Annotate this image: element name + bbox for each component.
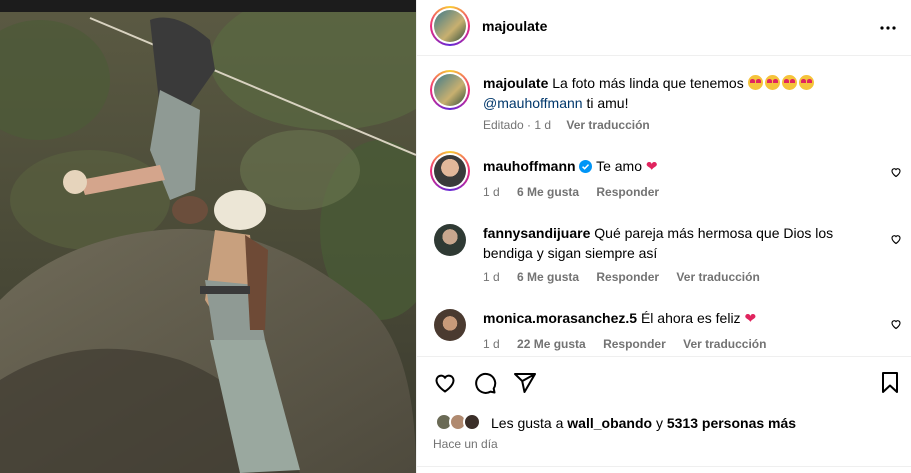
comment-1-text: mauhoffmann Te amo ❤ [483,156,658,176]
like-heart-icon[interactable] [433,371,457,395]
post-sidebar: majoulate majoulate La foto más linda qu… [416,0,911,473]
heart-eyes-emoji [781,75,797,90]
comment-avatar[interactable] [434,224,466,256]
comment-2-meta: 1 d 6 Me gusta Responder Ver traducción [483,270,760,284]
comment-bubble-icon[interactable] [473,371,497,395]
comment-like-heart-icon[interactable] [890,233,902,245]
red-heart-emoji: ❤ [645,158,658,174]
comment-body: Él ahora es feliz [640,310,741,326]
caption-avatar[interactable] [430,70,470,110]
heart-eyes-emoji [747,75,763,90]
author-avatar[interactable] [430,6,470,46]
comment-reply-button[interactable]: Responder [596,270,659,284]
post-photo[interactable] [0,0,416,473]
comment-2-text: fannysandijuare Qué pareja más hermosa q… [483,223,873,243]
caption-mention[interactable]: @mauhoffmann [483,95,583,111]
comment-likes[interactable]: 6 Me gusta [517,270,579,284]
likes-others-link[interactable]: 5313 personas más [667,415,796,431]
likes-middle: y [655,415,663,431]
red-heart-emoji: ❤ [744,310,757,326]
comment-3-meta: 1 d 22 Me gusta Responder Ver traducción [483,337,766,351]
liker-avatar [463,413,481,431]
author-username[interactable]: majoulate [482,18,547,34]
caption-meta: Editado · 1 d Ver traducción [483,118,650,132]
comment-time: 1 d [483,270,500,284]
post-modal: majoulate majoulate La foto más linda qu… [0,0,911,473]
comment-translate-link[interactable]: Ver traducción [676,270,759,284]
caption-translate-link[interactable]: Ver traducción [566,118,649,132]
save-bookmark-icon[interactable] [879,371,901,395]
comment-time: 1 d [483,337,500,351]
caption-username[interactable]: majoulate [483,75,548,91]
comment-reply-button[interactable]: Responder [596,185,659,199]
comment-body: Qué pareja más hermosa que Dios los [594,225,834,241]
comment-avatar[interactable] [430,151,470,191]
post-timestamp[interactable]: Hace un día [433,437,498,451]
comment-username[interactable]: fannysandijuare [483,225,590,241]
comment-3-text: monica.morasanchez.5 Él ahora es feliz ❤ [483,308,756,328]
comment-like-heart-icon[interactable] [890,166,902,178]
comment-translate-link[interactable]: Ver traducción [683,337,766,351]
share-send-icon[interactable] [513,371,537,395]
caption-body: La foto más linda que tenemos [552,75,744,91]
verified-badge-icon [579,160,593,173]
caption-line-2: @mauhoffmann ti amu! [483,93,628,113]
comment-time: 1 d [483,185,500,199]
caption-text: majoulate La foto más linda que tenemos [483,73,893,93]
comment-avatar[interactable] [434,309,466,341]
comment-body: Te amo [596,158,643,174]
likes-user-link[interactable]: wall_obando [567,415,652,431]
heart-eyes-emoji [798,75,814,90]
photo-illustration [0,0,416,473]
caption-edited: Editado · 1 d [483,118,552,132]
post-actions: Les gusta a wall_obando y 5313 personas … [417,356,911,473]
comment-like-heart-icon[interactable] [890,318,902,330]
divider [417,466,911,467]
comment-1-meta: 1 d 6 Me gusta Responder [483,185,659,199]
likes-prefix: Les gusta a [491,415,564,431]
post-header: majoulate [417,0,911,56]
comment-username[interactable]: monica.morasanchez.5 [483,310,637,326]
comment-2-text-line2: bendiga y sigan siempre así [483,245,658,261]
heart-eyes-emoji [764,75,780,90]
caption-body-2: ti amu! [586,95,629,111]
comment-likes[interactable]: 22 Me gusta [517,337,586,351]
comment-reply-button[interactable]: Responder [603,337,666,351]
comment-username[interactable]: mauhoffmann [483,158,576,174]
more-horizontal-icon[interactable] [879,19,897,37]
likes-summary: Les gusta a wall_obando y 5313 personas … [491,413,796,433]
comment-likes[interactable]: 6 Me gusta [517,185,579,199]
